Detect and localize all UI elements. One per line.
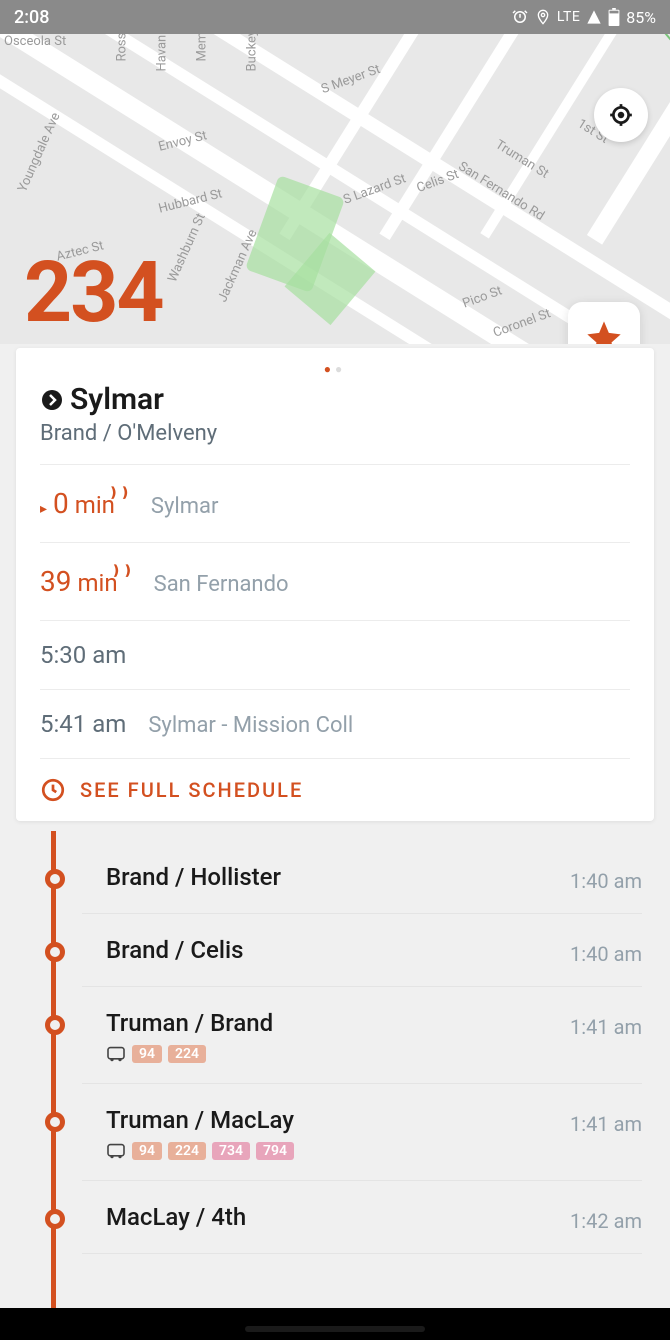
locate-me-button[interactable] bbox=[594, 88, 648, 142]
scheduled-destination: Sylmar - Mission Coll bbox=[148, 713, 353, 738]
alarm-icon bbox=[511, 8, 529, 26]
scheduled-row[interactable]: 5:41 am Sylmar - Mission Coll bbox=[40, 690, 630, 759]
see-full-schedule-label: SEE FULL SCHEDULE bbox=[80, 778, 303, 802]
route-badge: 94 bbox=[132, 1045, 162, 1063]
realtime-icon: ❫❫ bbox=[107, 485, 130, 501]
arrival-minutes: 0 bbox=[53, 487, 69, 520]
stop-node-icon bbox=[45, 1209, 65, 1229]
stop-item[interactable]: Truman / MacLay 94 224 734 794 1:41 am bbox=[28, 1084, 642, 1181]
signal-icon bbox=[586, 9, 602, 25]
status-time: 2:08 bbox=[14, 7, 511, 28]
arrival-row[interactable]: ▸0 min❫❫Sylmar bbox=[40, 465, 630, 543]
stop-time: 1:40 am bbox=[570, 936, 642, 966]
arrival-row[interactable]: 39 min❫❫San Fernando bbox=[40, 543, 630, 621]
stop-time: 1:41 am bbox=[570, 1106, 642, 1136]
stop-node-icon bbox=[45, 869, 65, 889]
stop-item[interactable]: Truman / Brand 94 224 1:41 am bbox=[28, 987, 642, 1084]
stop-item[interactable]: Brand / Celis1:40 am bbox=[28, 914, 642, 987]
home-indicator[interactable] bbox=[245, 1326, 425, 1332]
bus-icon bbox=[106, 1046, 126, 1062]
network-label: LTE bbox=[557, 9, 580, 25]
battery-icon bbox=[608, 8, 620, 26]
bus-icon bbox=[106, 1143, 126, 1159]
arrow-circle-icon bbox=[40, 388, 64, 412]
route-badge: 224 bbox=[168, 1142, 206, 1160]
transfer-badges: 94 224 734 794 bbox=[106, 1142, 570, 1160]
stop-node-icon bbox=[45, 942, 65, 962]
transfer-badges: 94 224 bbox=[106, 1045, 570, 1063]
arrivals-card: ●● Sylmar Brand / O'Melveny ▸0 min❫❫Sylm… bbox=[16, 348, 654, 821]
nav-bar-background bbox=[0, 1308, 670, 1340]
route-badge: 734 bbox=[212, 1142, 250, 1160]
stop-name: Brand / Hollister bbox=[106, 863, 570, 891]
stop-name: Truman / MacLay bbox=[106, 1106, 570, 1134]
stop-item[interactable]: Brand / Hollister1:40 am bbox=[28, 841, 642, 914]
current-stop-name: Brand / O'Melveny bbox=[40, 421, 630, 446]
arrival-destination: Sylmar bbox=[151, 494, 219, 519]
scheduled-row[interactable]: 5:30 am bbox=[40, 621, 630, 690]
route-badge: 94 bbox=[132, 1142, 162, 1160]
clock-icon bbox=[40, 777, 66, 803]
crosshair-icon bbox=[608, 102, 634, 128]
map-view[interactable]: Osceola St Rossiter Ave Havana Ave Memph… bbox=[0, 34, 670, 344]
page-indicator[interactable]: ●● bbox=[40, 362, 630, 376]
stop-time: 1:40 am bbox=[570, 863, 642, 893]
favorite-button[interactable] bbox=[568, 302, 640, 344]
location-pin-icon bbox=[535, 8, 551, 26]
stop-time: 1:41 am bbox=[570, 1009, 642, 1039]
stop-name: MacLay / 4th bbox=[106, 1203, 570, 1231]
stop-node-icon bbox=[45, 1112, 65, 1132]
status-bar: 2:08 LTE 85% bbox=[0, 0, 670, 34]
see-full-schedule-button[interactable]: SEE FULL SCHEDULE bbox=[40, 759, 630, 803]
stop-name: Truman / Brand bbox=[106, 1009, 570, 1037]
scheduled-time: 5:30 am bbox=[40, 641, 126, 669]
stop-list: Brand / Hollister1:40 amBrand / Celis1:4… bbox=[0, 821, 670, 1254]
route-badge: 794 bbox=[256, 1142, 294, 1160]
stop-time: 1:42 am bbox=[570, 1203, 642, 1233]
arrival-destination: San Fernando bbox=[154, 572, 289, 597]
arrival-minutes: 39 bbox=[40, 565, 71, 598]
route-badge: 224 bbox=[168, 1045, 206, 1063]
stop-item[interactable]: MacLay / 4th1:42 am bbox=[28, 1181, 642, 1254]
stop-node-icon bbox=[45, 1015, 65, 1035]
route-number: 234 bbox=[24, 243, 163, 342]
battery-percent: 85% bbox=[626, 8, 656, 27]
scheduled-time: 5:41 am bbox=[40, 710, 126, 738]
star-icon bbox=[584, 318, 624, 344]
realtime-icon: ❫❫ bbox=[110, 563, 133, 579]
stop-name: Brand / Celis bbox=[106, 936, 570, 964]
direction-name: Sylmar bbox=[70, 382, 164, 417]
